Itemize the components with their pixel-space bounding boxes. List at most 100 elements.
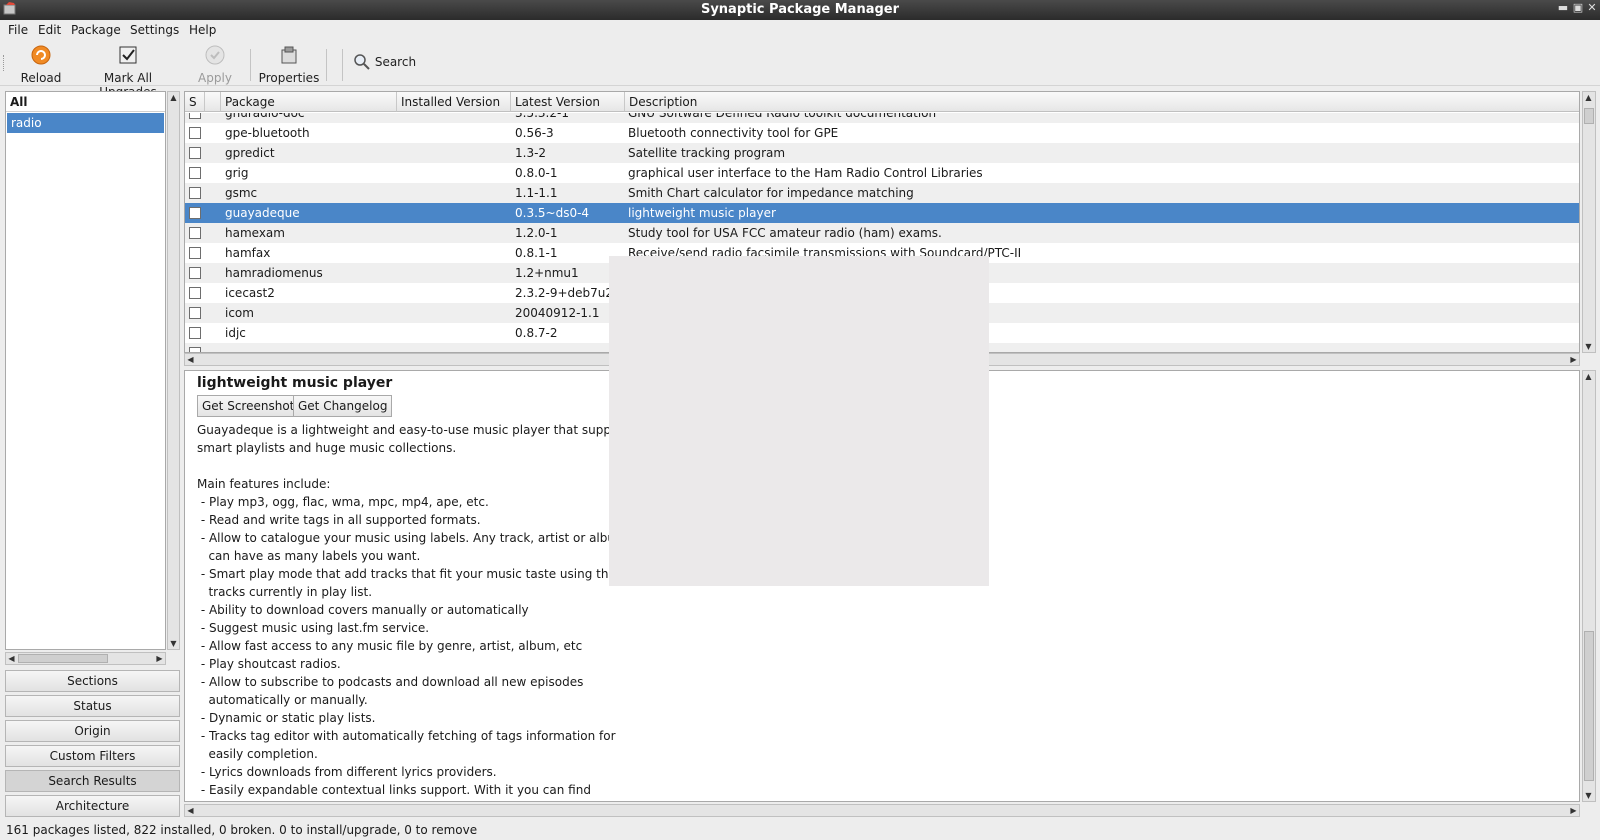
filter-all[interactable]: All: [6, 92, 165, 112]
latest-version: 0.3.5~ds0-4: [515, 206, 590, 220]
package-checkbox[interactable]: [189, 247, 201, 259]
scroll-left-icon[interactable]: ◀: [185, 805, 196, 816]
table-row[interactable]: guayadeque 0.3.5~ds0-4 lightweight music p…: [185, 203, 1579, 223]
package-name: gpredict: [225, 146, 275, 160]
blank-overlay-window: [609, 256, 989, 586]
description-line: - Easily expandable contextual links sup…: [197, 783, 591, 797]
package-checkbox[interactable]: [189, 207, 201, 219]
scroll-down-icon[interactable]: ▼: [168, 638, 179, 649]
filter-vertical-scrollbar[interactable]: ▲ ▼: [167, 91, 180, 650]
scroll-right-icon[interactable]: ▶: [1568, 805, 1579, 816]
package-vertical-scrollbar[interactable]: ▲ ▼: [1582, 91, 1596, 353]
package-name: hamfax: [225, 246, 271, 260]
package-name: icecast2: [225, 286, 275, 300]
scroll-left-icon[interactable]: ◀: [6, 653, 17, 664]
package-description: graphical user interface to the Ham Radi…: [628, 166, 983, 180]
status-button[interactable]: Status: [5, 695, 180, 717]
description-line: Guayadeque is a lightweight and easy-to-…: [197, 423, 635, 437]
column-support[interactable]: [205, 92, 221, 112]
package-description: Study tool for USA FCC amateur radio (ha…: [628, 226, 942, 240]
filter-horizontal-scrollbar[interactable]: ◀ ▶: [5, 652, 166, 665]
scroll-down-icon[interactable]: ▼: [1583, 790, 1594, 801]
details-horizontal-scrollbar[interactable]: ◀ ▶: [184, 804, 1580, 817]
package-checkbox[interactable]: [189, 327, 201, 339]
properties-icon: [281, 46, 297, 64]
minimize-icon[interactable]: ▬: [1556, 1, 1570, 14]
table-row[interactable]: gpredict 1.3-2 Satellite tracking program: [185, 143, 1579, 163]
package-checkbox[interactable]: [189, 287, 201, 299]
description-line: - Dynamic or static play lists.: [197, 711, 376, 725]
scroll-thumb[interactable]: [18, 654, 108, 663]
package-description: Satellite tracking program: [628, 146, 786, 160]
reload-label: Reload: [20, 71, 62, 85]
description-line: - Allow to catalogue your music using la…: [197, 531, 627, 545]
menu-edit[interactable]: Edit: [38, 23, 61, 37]
reload-button[interactable]: Reload: [20, 44, 62, 85]
apply-label: Apply: [198, 71, 232, 85]
get-changelog-button[interactable]: Get Changelog: [293, 395, 393, 417]
table-row[interactable]: gsmc 1.1-1.1 Smith Chart calculator for im…: [185, 183, 1579, 203]
scroll-up-icon[interactable]: ▲: [1583, 92, 1594, 103]
latest-version: 2.3.2-9+deb7u2: [515, 286, 614, 300]
latest-version: 0.8.7-2: [515, 326, 558, 340]
description-line: - Allow fast access to any music file by…: [197, 639, 583, 653]
package-name: guayadeque: [225, 206, 300, 220]
latest-version: 0.8.1-1: [515, 246, 558, 260]
scroll-down-icon[interactable]: ▼: [1583, 341, 1594, 352]
package-description: GNU Software Defined Radio toolkit docum…: [628, 113, 937, 120]
column-package[interactable]: Package: [221, 92, 397, 112]
package-checkbox[interactable]: [189, 187, 201, 199]
scroll-thumb[interactable]: [1584, 108, 1594, 124]
package-checkbox[interactable]: [189, 267, 201, 279]
menu-file[interactable]: File: [8, 23, 28, 37]
column-installed-version[interactable]: Installed Version: [397, 92, 511, 112]
description-line: can have as many labels you want.: [197, 549, 421, 563]
scroll-right-icon[interactable]: ▶: [1568, 354, 1579, 365]
architecture-button[interactable]: Architecture: [5, 795, 180, 817]
package-checkbox[interactable]: [189, 307, 201, 319]
properties-button[interactable]: Properties: [258, 44, 320, 85]
search-label: Search: [374, 55, 417, 69]
package-name: hamradiomenus: [225, 266, 323, 280]
table-row[interactable]: grig 0.8.0-1 graphical user interface to t…: [185, 163, 1579, 183]
details-vertical-scrollbar[interactable]: ▲ ▼: [1582, 370, 1596, 802]
package-checkbox[interactable]: [189, 167, 201, 179]
latest-version: 1.1-1.1: [515, 186, 558, 200]
origin-button[interactable]: Origin: [5, 720, 180, 742]
latest-version: 1.2.0-1: [515, 226, 558, 240]
table-row[interactable]: gpe-bluetooth 0.56-3 Bluetooth connectivit…: [185, 123, 1579, 143]
filter-radio[interactable]: radio: [7, 113, 164, 133]
get-screenshot-button[interactable]: Get Screenshot: [197, 395, 300, 417]
apply-button[interactable]: Apply: [196, 44, 234, 85]
table-row[interactable]: gnuradio-doc 3.5.3.2-1 GNU Software Define…: [185, 113, 1579, 123]
menu-settings[interactable]: Settings: [130, 23, 179, 37]
close-icon[interactable]: ✕: [1585, 1, 1599, 14]
menu-package[interactable]: Package: [71, 23, 121, 37]
description-line: - Read and write tags in all supported f…: [197, 513, 481, 527]
table-row[interactable]: hamexam 1.2.0-1 Study tool for USA FCC ama…: [185, 223, 1579, 243]
package-description: Smith Chart calculator for impedance mat…: [628, 186, 914, 200]
column-description[interactable]: Description: [625, 92, 1579, 112]
toolbar-separator: [326, 49, 327, 81]
scroll-thumb[interactable]: [1584, 631, 1594, 781]
sections-button[interactable]: Sections: [5, 670, 180, 692]
column-latest-version[interactable]: Latest Version: [511, 92, 625, 112]
custom-filters-button[interactable]: Custom Filters: [5, 745, 180, 767]
scroll-up-icon[interactable]: ▲: [1583, 371, 1594, 382]
scroll-right-icon[interactable]: ▶: [154, 653, 165, 664]
search-button[interactable]: Search: [353, 53, 423, 71]
toolbar-grip[interactable]: [3, 55, 6, 71]
package-checkbox[interactable]: [189, 113, 201, 119]
search-results-button[interactable]: Search Results: [5, 770, 180, 792]
package-checkbox[interactable]: [189, 127, 201, 139]
scroll-up-icon[interactable]: ▲: [168, 92, 179, 103]
menu-bar: File Edit Package Settings Help: [0, 20, 1600, 41]
scroll-left-icon[interactable]: ◀: [185, 354, 196, 365]
description-line: - Play shoutcast radios.: [197, 657, 341, 671]
package-checkbox[interactable]: [189, 147, 201, 159]
package-checkbox[interactable]: [189, 227, 201, 239]
maximize-icon[interactable]: ▣: [1571, 1, 1585, 14]
description-line: tracks currently in play list.: [197, 585, 373, 599]
column-status[interactable]: S: [185, 92, 205, 112]
menu-help[interactable]: Help: [189, 23, 216, 37]
